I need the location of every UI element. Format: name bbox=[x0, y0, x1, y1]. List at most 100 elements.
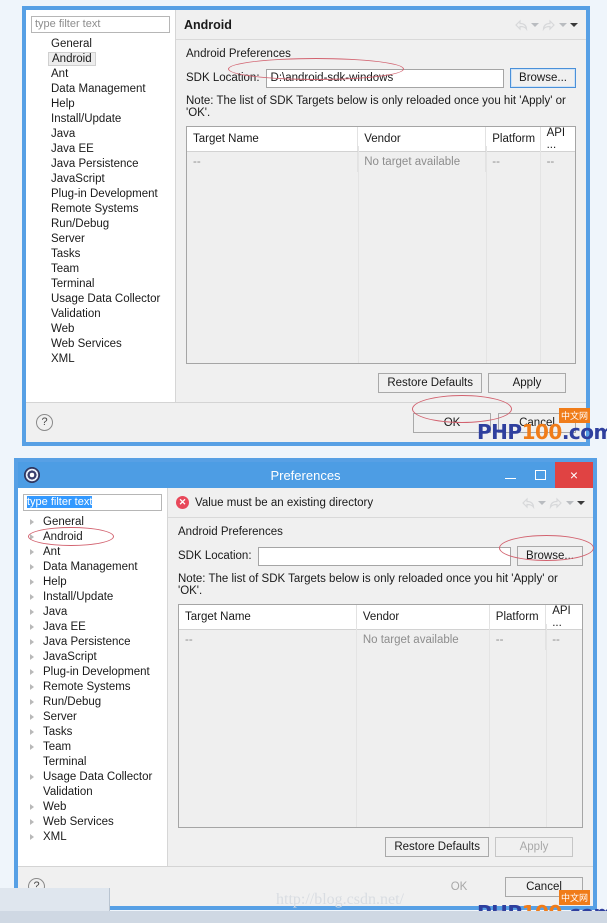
expand-triangle-icon[interactable] bbox=[30, 564, 34, 570]
sidebar-item-run-debug[interactable]: Run/Debug bbox=[23, 695, 162, 710]
back-arrow-icon[interactable] bbox=[521, 497, 535, 509]
sidebar-item-javascript[interactable]: JavaScript bbox=[31, 172, 170, 187]
sidebar-item-xml[interactable]: XML bbox=[23, 830, 162, 845]
expand-triangle-icon[interactable] bbox=[30, 609, 34, 615]
column-header-vendor[interactable]: Vendor bbox=[357, 127, 487, 152]
browse-button[interactable]: Browse... bbox=[510, 68, 576, 88]
expand-triangle-icon[interactable] bbox=[30, 774, 34, 780]
expand-triangle-icon[interactable] bbox=[30, 699, 34, 705]
browse-button[interactable]: Browse... bbox=[517, 546, 583, 566]
sidebar-item-help[interactable]: Help bbox=[31, 97, 170, 112]
apply-button[interactable]: Apply bbox=[488, 373, 566, 393]
sidebar-item-team[interactable]: Team bbox=[31, 262, 170, 277]
sidebar-item-web-services[interactable]: Web Services bbox=[23, 815, 162, 830]
back-menu-chevron-down-icon[interactable] bbox=[531, 22, 539, 27]
sidebar-item-java-ee[interactable]: Java EE bbox=[23, 620, 162, 635]
sidebar-item-plug-in-development[interactable]: Plug-in Development bbox=[31, 187, 170, 202]
table-row[interactable]: -- No target available -- -- bbox=[179, 629, 582, 650]
filter-input-top[interactable]: type filter text bbox=[31, 16, 170, 33]
expand-triangle-icon[interactable] bbox=[30, 804, 34, 810]
sidebar-item-ant[interactable]: Ant bbox=[23, 545, 162, 560]
sidebar-item-data-management[interactable]: Data Management bbox=[23, 560, 162, 575]
sidebar-item-java-ee[interactable]: Java EE bbox=[31, 142, 170, 157]
sidebar-item-run-debug[interactable]: Run/Debug bbox=[31, 217, 170, 232]
expand-triangle-icon[interactable] bbox=[30, 654, 34, 660]
expand-triangle-icon[interactable] bbox=[30, 819, 34, 825]
overlapping-window bbox=[0, 888, 110, 913]
sidebar-item-plug-in-development[interactable]: Plug-in Development bbox=[23, 665, 162, 680]
sidebar-item-install-update[interactable]: Install/Update bbox=[23, 590, 162, 605]
column-header-platform[interactable]: Platform bbox=[489, 605, 547, 630]
sidebar-item-java-persistence[interactable]: Java Persistence bbox=[23, 635, 162, 650]
forward-menu-chevron-down-icon[interactable] bbox=[566, 500, 574, 505]
sidebar-item-ant[interactable]: Ant bbox=[31, 67, 170, 82]
sidebar-item-general[interactable]: General bbox=[31, 37, 170, 52]
expand-triangle-icon[interactable] bbox=[30, 594, 34, 600]
expand-triangle-icon[interactable] bbox=[30, 579, 34, 585]
sidebar-item-server[interactable]: Server bbox=[31, 232, 170, 247]
restore-defaults-button[interactable]: Restore Defaults bbox=[385, 837, 489, 857]
expand-triangle-icon[interactable] bbox=[30, 744, 34, 750]
back-arrow-icon[interactable] bbox=[514, 19, 528, 31]
sidebar-item-general[interactable]: General bbox=[23, 515, 162, 530]
sdk-location-input[interactable]: D:\android-sdk-windows bbox=[265, 68, 504, 88]
sidebar-item-java[interactable]: Java bbox=[23, 605, 162, 620]
sdk-location-input[interactable] bbox=[257, 546, 511, 566]
sidebar-item-team[interactable]: Team bbox=[23, 740, 162, 755]
sidebar-item-remote-systems[interactable]: Remote Systems bbox=[23, 680, 162, 695]
sidebar-item-remote-systems[interactable]: Remote Systems bbox=[31, 202, 170, 217]
forward-arrow-icon[interactable] bbox=[542, 19, 556, 31]
expand-triangle-icon[interactable] bbox=[30, 714, 34, 720]
expand-triangle-icon[interactable] bbox=[30, 834, 34, 840]
back-menu-chevron-down-icon[interactable] bbox=[538, 500, 546, 505]
sidebar-item-javascript[interactable]: JavaScript bbox=[23, 650, 162, 665]
sidebar-item-terminal[interactable]: Terminal bbox=[31, 277, 170, 292]
view-menu-chevron-down-icon[interactable] bbox=[577, 500, 585, 505]
restore-defaults-button[interactable]: Restore Defaults bbox=[378, 373, 482, 393]
forward-menu-chevron-down-icon[interactable] bbox=[559, 22, 567, 27]
sidebar-item-java-persistence[interactable]: Java Persistence bbox=[31, 157, 170, 172]
sidebar-item-java[interactable]: Java bbox=[31, 127, 170, 142]
sidebar-item-validation[interactable]: Validation bbox=[23, 785, 162, 800]
expand-triangle-icon[interactable] bbox=[30, 534, 34, 540]
column-header-target-name[interactable]: Target Name bbox=[187, 127, 359, 152]
sidebar-item-usage-data-collector[interactable]: Usage Data Collector bbox=[23, 770, 162, 785]
expand-triangle-icon[interactable] bbox=[30, 684, 34, 690]
forward-arrow-icon[interactable] bbox=[549, 497, 563, 509]
sidebar-item-help[interactable]: Help bbox=[23, 575, 162, 590]
sidebar-item-terminal[interactable]: Terminal bbox=[23, 755, 162, 770]
sidebar-item-server[interactable]: Server bbox=[23, 710, 162, 725]
cell-vendor: No target available bbox=[356, 629, 490, 650]
expand-triangle-icon[interactable] bbox=[30, 624, 34, 630]
filter-input-bottom[interactable]: type filter text bbox=[23, 494, 162, 511]
sidebar-item-web[interactable]: Web bbox=[23, 800, 162, 815]
sidebar-item-label: Ant bbox=[43, 546, 61, 558]
sidebar-item-web-services[interactable]: Web Services bbox=[31, 337, 170, 352]
expand-triangle-icon[interactable] bbox=[30, 669, 34, 675]
column-header-api[interactable]: API ... bbox=[540, 127, 575, 152]
sidebar-item-xml[interactable]: XML bbox=[31, 352, 170, 367]
table-row[interactable]: -- No target available -- -- bbox=[187, 151, 575, 172]
sidebar-item-install-update[interactable]: Install/Update bbox=[31, 112, 170, 127]
column-header-api[interactable]: API ... bbox=[545, 605, 582, 630]
sidebar-item-android[interactable]: Android bbox=[23, 530, 162, 545]
column-header-target-name[interactable]: Target Name bbox=[179, 605, 357, 630]
sidebar-item-web[interactable]: Web bbox=[31, 322, 170, 337]
sidebar-item-label: Plug-in Development bbox=[51, 188, 158, 200]
sidebar-item-tasks[interactable]: Tasks bbox=[31, 247, 170, 262]
expand-triangle-icon[interactable] bbox=[30, 519, 34, 525]
expand-triangle-icon[interactable] bbox=[30, 639, 34, 645]
column-header-platform[interactable]: Platform bbox=[485, 127, 541, 152]
sidebar-item-tasks[interactable]: Tasks bbox=[23, 725, 162, 740]
expand-triangle-icon[interactable] bbox=[30, 549, 34, 555]
sidebar-item-label: Tasks bbox=[43, 726, 73, 738]
sidebar-item-label: Android bbox=[48, 52, 96, 66]
view-menu-chevron-down-icon[interactable] bbox=[570, 22, 578, 27]
sidebar-item-validation[interactable]: Validation bbox=[31, 307, 170, 322]
column-header-vendor[interactable]: Vendor bbox=[356, 605, 490, 630]
expand-triangle-icon[interactable] bbox=[30, 729, 34, 735]
sidebar-item-data-management[interactable]: Data Management bbox=[31, 82, 170, 97]
sidebar-item-android[interactable]: Android bbox=[31, 52, 170, 67]
sidebar-item-usage-data-collector[interactable]: Usage Data Collector bbox=[31, 292, 170, 307]
help-icon[interactable]: ? bbox=[36, 414, 53, 431]
